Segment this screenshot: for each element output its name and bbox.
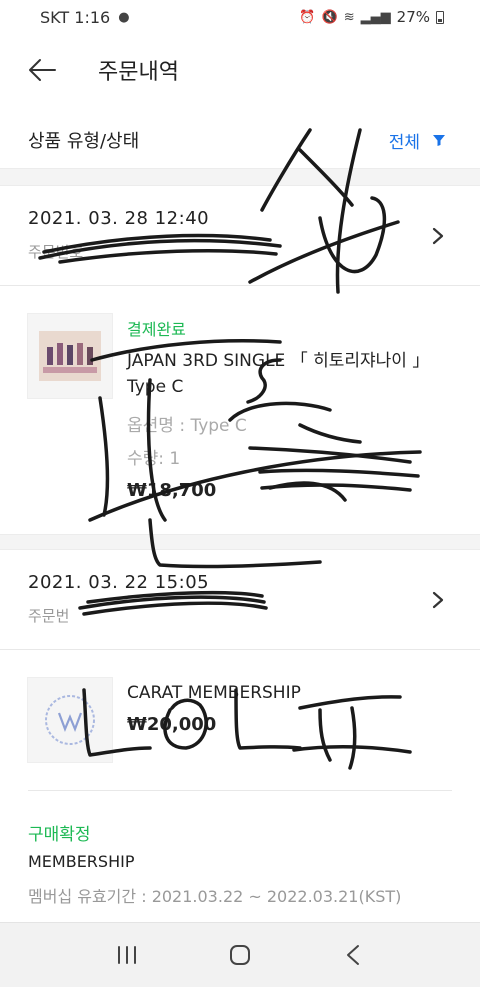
page-title: 주문내역 — [98, 60, 179, 85]
divider-line — [28, 790, 452, 791]
carrier-time: SKT 1:16 — [40, 7, 111, 27]
filter-label: 상품 유형/상태 — [28, 131, 140, 152]
recent-apps-icon — [117, 946, 136, 964]
section-divider — [0, 168, 480, 186]
filter-row: 상품 유형/상태 전체 — [0, 118, 480, 162]
status-right: ⏰ 🔇 ≋ ▂▄▆ 27% — [299, 8, 444, 26]
home-icon — [229, 945, 250, 965]
back-button[interactable] — [22, 50, 62, 90]
order-number: 주문번호 — [28, 243, 84, 261]
app-header: 주문내역 — [0, 40, 480, 100]
product-thumbnail — [27, 313, 113, 399]
order-header[interactable]: 2021. 03. 22 15:05 주문번 — [0, 550, 480, 650]
chevron-right-icon[interactable] — [428, 590, 448, 610]
section-divider — [0, 534, 480, 550]
filter-dropdown[interactable]: 전체 — [389, 128, 446, 153]
wifi-icon: ≋ — [343, 9, 355, 25]
product-item[interactable]: 결제완료 JAPAN 3RD SINGLE 「 히토리쟈나이 」 Type C … — [0, 286, 480, 534]
order-date: 2021. 03. 22 15:05 — [28, 572, 210, 593]
product-name-line2: Type C — [127, 377, 184, 397]
signal-icon: ▂▄▆ — [360, 9, 391, 25]
membership-title: MEMBERSHIP — [28, 852, 135, 871]
battery-percent: 27% — [396, 8, 430, 26]
home-button[interactable] — [220, 935, 260, 975]
filter-icon[interactable] — [432, 133, 446, 147]
notification-icon: ● — [118, 9, 130, 25]
membership-period: 멤버십 유효기간 : 2021.03.22 ~ 2022.03.21(KST) — [28, 887, 402, 906]
product-thumbnail — [27, 677, 113, 763]
order-header[interactable]: 2021. 03. 28 12:40 주문번호 — [0, 186, 480, 286]
chevron-right-icon[interactable] — [428, 226, 448, 246]
order-number: 주문번 — [28, 607, 70, 625]
mute-icon: 🔇 — [321, 9, 338, 25]
status-bar: SKT 1:16 ● ⏰ 🔇 ≋ ▂▄▆ 27% — [0, 0, 480, 34]
nav-back-button[interactable] — [333, 935, 373, 975]
album-cover-image — [39, 331, 101, 381]
payment-status: 결제완료 — [127, 320, 186, 339]
product-option: 옵션명 : Type C — [127, 416, 247, 436]
nav-back-icon — [347, 945, 360, 965]
product-price: ₩20,000 — [127, 714, 217, 735]
filter-value[interactable]: 전체 — [389, 128, 420, 153]
product-item[interactable]: CARAT MEMBERSHIP ₩20,000 — [0, 650, 480, 790]
system-nav-bar — [0, 922, 480, 987]
alarm-icon: ⏰ — [299, 9, 316, 25]
purchase-status: 구매확정 — [28, 825, 91, 845]
recent-apps-button[interactable] — [107, 935, 147, 975]
status-left: SKT 1:16 ● — [40, 8, 130, 27]
product-name: JAPAN 3RD SINGLE 「 히토리쟈나이 」 — [127, 351, 430, 371]
product-name: CARAT MEMBERSHIP — [127, 683, 301, 703]
battery-icon — [436, 10, 444, 24]
back-arrow-icon — [29, 59, 56, 81]
membership-logo-image — [45, 695, 95, 745]
product-quantity: 수량: 1 — [127, 449, 181, 469]
order-date: 2021. 03. 28 12:40 — [28, 208, 210, 229]
product-price: ₩18,700 — [127, 480, 217, 501]
